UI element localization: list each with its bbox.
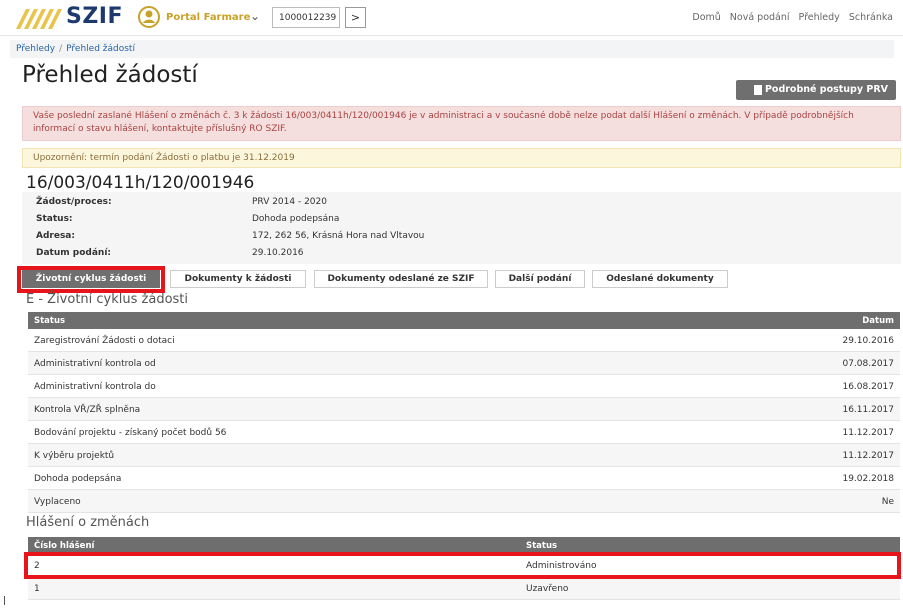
lifecycle-table: Status Datum Zaregistrování Žádosti o do… — [28, 312, 900, 513]
detail-row: Datum podání: 29.10.2016 — [36, 248, 304, 258]
application-number: 16/003/0411h/120/001946 — [26, 173, 255, 193]
szif-logo-stripes-icon — [16, 9, 62, 29]
row-status: Dohoda podepsána — [34, 474, 122, 484]
detail-value: 172, 262 56, Krásná Hora nad Vltavou — [252, 231, 425, 241]
column-header-number: Číslo hlášení — [34, 541, 95, 551]
row-status: Kontrola VŘ/ZŘ splněna — [34, 405, 141, 415]
row-status: Administrativní kontrola od — [34, 359, 156, 369]
breadcrumb-separator: / — [59, 44, 63, 54]
table-row[interactable]: 1 Uzavřeno — [28, 577, 900, 600]
row-date: 11.12.2017 — [842, 428, 894, 438]
detail-value: 29.10.2016 — [252, 248, 304, 258]
top-navbar: SZIF Portal Farmare ⌄ > Domů Nová podání… — [0, 0, 903, 36]
nav-link-nova-podani[interactable]: Nová podání — [730, 12, 790, 23]
table-row: Zaregistrování Žádosti o dotaci 29.10.20… — [28, 329, 900, 352]
row-status: Bodování projektu - získaný počet bodů 5… — [34, 428, 227, 438]
top-nav-links: Domů Nová podání Přehledy Schránka — [692, 12, 893, 23]
tab-odeslane-dokumenty[interactable]: Odeslané dokumenty — [592, 270, 728, 288]
page-title: Přehled žádostí — [22, 62, 198, 88]
table-row: Administrativní kontrola od 07.08.2017 — [28, 352, 900, 375]
row-status: Vyplaceno — [34, 497, 81, 507]
detail-row: Adresa: 172, 262 56, Krásná Hora nad Vlt… — [36, 231, 424, 241]
nav-link-prehledy[interactable]: Přehledy — [799, 12, 840, 23]
user-profile-icon[interactable] — [138, 6, 160, 28]
application-details: Žádost/proces: PRV 2014 - 2020 Status: D… — [22, 192, 901, 264]
row-status: Administrováno — [526, 561, 597, 571]
row-status: Uzavřeno — [526, 584, 569, 594]
row-date: 16.11.2017 — [842, 405, 894, 415]
row-date: 16.08.2017 — [842, 382, 894, 392]
tab-zivotni-cyklus[interactable]: Životní cyklus žádosti — [22, 270, 160, 288]
table-row: Bodování projektu - získaný počet bodů 5… — [28, 421, 900, 444]
prv-procedures-button[interactable]: Podrobné postupy PRV — [736, 80, 896, 100]
row-number: 1 — [34, 584, 40, 594]
row-number: 2 — [34, 561, 40, 571]
detail-value: PRV 2014 - 2020 — [252, 197, 327, 207]
szif-logo[interactable]: SZIF — [66, 4, 123, 29]
changes-section-title: Hlášení o změnách — [26, 515, 150, 530]
detail-label: Status: — [36, 214, 73, 224]
deadline-warning: Upozornění: termín podání Žádosti o plat… — [22, 148, 901, 168]
client-id-input[interactable] — [272, 7, 340, 28]
changes-table: Číslo hlášení Status 2 Administrováno 1 … — [28, 537, 900, 600]
table-row[interactable]: 2 Administrováno — [28, 554, 900, 577]
table-row: Dohoda podepsána 19.02.2018 — [28, 467, 900, 490]
breadcrumb-prehled-zadosti[interactable]: Přehled žádostí — [66, 44, 135, 54]
detail-label: Žádost/proces: — [36, 197, 112, 207]
detail-row: Žádost/proces: PRV 2014 - 2020 — [36, 197, 327, 207]
detail-label: Adresa: — [36, 231, 75, 241]
portal-farmare-menu[interactable]: Portal Farmare — [166, 12, 250, 23]
column-header-date: Datum — [862, 316, 894, 326]
tab-dokumenty-odeslane-ze-szif[interactable]: Dokumenty odeslané ze SZIF — [314, 270, 488, 288]
row-status: Administrativní kontrola do — [34, 382, 156, 392]
row-date: Ne — [881, 497, 894, 507]
prv-procedures-label: Podrobné postupy PRV — [764, 84, 888, 95]
lifecycle-table-header: Status Datum — [28, 312, 900, 329]
column-header-status: Status — [34, 316, 66, 326]
table-row: Kontrola VŘ/ZŘ splněna 16.11.2017 — [28, 398, 900, 421]
breadcrumb-prehledy[interactable]: Přehledy — [16, 44, 55, 54]
nav-link-schranka[interactable]: Schránka — [849, 12, 893, 23]
changes-table-header: Číslo hlášení Status — [28, 537, 900, 554]
table-row: K výběru projektů 11.12.2017 — [28, 444, 900, 467]
detail-label: Datum podání: — [36, 248, 111, 258]
document-icon — [754, 85, 762, 95]
table-row: Vyplaceno Ne — [28, 490, 900, 513]
row-date: 07.08.2017 — [842, 359, 894, 369]
row-date: 29.10.2016 — [842, 336, 894, 346]
table-row: Administrativní kontrola do 16.08.2017 — [28, 375, 900, 398]
change-report-alert: Vaše poslední zaslané Hlášení o změnách … — [22, 106, 901, 141]
breadcrumb: Přehledy / Přehled žádostí — [10, 40, 894, 58]
tab-dokumenty-k-zadosti[interactable]: Dokumenty k žádosti — [170, 270, 306, 288]
nav-link-domu[interactable]: Domů — [692, 12, 720, 23]
row-date: 19.02.2018 — [842, 474, 894, 484]
column-header-status: Status — [526, 541, 558, 551]
detail-row: Status: Dohoda podepsána — [36, 214, 339, 224]
lifecycle-section-title: E - Životní cyklus žádosti — [26, 292, 189, 307]
row-status: Zaregistrování Žádosti o dotaci — [34, 336, 175, 346]
go-button[interactable]: > — [345, 7, 366, 28]
row-status: K výběru projektů — [34, 451, 115, 461]
chevron-down-icon[interactable]: ⌄ — [250, 9, 260, 23]
detail-value: Dohoda podepsána — [252, 214, 340, 224]
tab-dalsi-podani[interactable]: Další podání — [495, 270, 585, 288]
row-date: 11.12.2017 — [842, 451, 894, 461]
text-cursor — [4, 596, 5, 605]
